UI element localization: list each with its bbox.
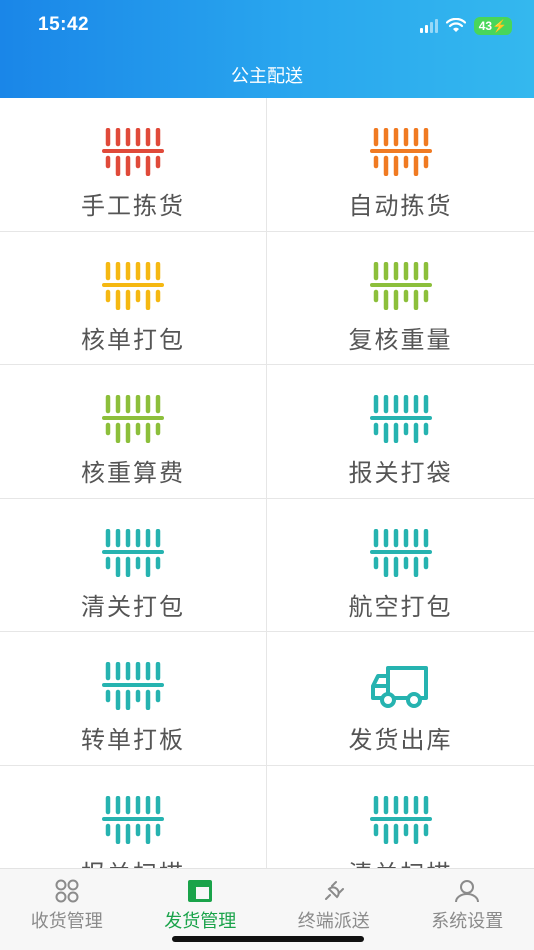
barcode-icon (102, 528, 164, 577)
menu-item-3[interactable]: 核单打包 (0, 231, 267, 365)
menu-item-label: 复核重量 (348, 325, 453, 354)
tab-4[interactable]: 系统设置 (401, 869, 534, 950)
barcode-icon (102, 394, 164, 444)
menu-item-1[interactable]: 手工拣货 (0, 98, 267, 232)
menu-item-label: 自动拣货 (348, 192, 453, 220)
truck-icon (370, 662, 432, 710)
menu-item-label: 清关打包 (81, 592, 185, 621)
grid-icon (53, 879, 81, 903)
wifi-icon (445, 18, 466, 32)
status-icons: 43 ⚡ (419, 16, 512, 36)
plug-icon (320, 879, 348, 903)
status-time: 15:42 (38, 14, 90, 35)
home-indicator (172, 936, 364, 942)
barcode-icon (369, 528, 432, 577)
signal-icon (419, 19, 438, 33)
menu-item-label: 核单打包 (81, 325, 185, 354)
menu-item-label: 报关扫描 (0, 854, 266, 869)
menu-item-label: 发货出库 (348, 726, 453, 754)
menu-grid: 手工拣货 自动拣货核单打包 复核重量核重算费 报关打袋清关打包 航空打包转单打板 发货出… (0, 98, 534, 868)
menu-item-4[interactable]: 复核重量 (267, 231, 534, 365)
menu-item-6[interactable]: 报关打袋 (267, 365, 534, 499)
tab-label: 发货管理 (164, 911, 237, 932)
tab-label: 终端派送 (297, 911, 370, 932)
app-header: 15:42 43 ⚡ 公主配送 (0, 0, 534, 98)
barcode-icon (102, 661, 164, 711)
menu-item-7[interactable]: 清关打包 (0, 498, 267, 632)
barcode-icon (369, 261, 432, 310)
menu-item-8[interactable]: 航空打包 (267, 498, 534, 632)
tab-label: 系统设置 (431, 911, 504, 932)
menu-item-label: 报关打袋 (348, 459, 453, 487)
barcode-icon (102, 261, 164, 310)
page-title: 公主配送 (231, 66, 303, 87)
tab-1[interactable]: 收货管理 (0, 869, 134, 950)
user-icon (453, 879, 481, 903)
tab-label: 收货管理 (30, 911, 103, 932)
menu-item-label: 清关扫描 (267, 854, 534, 869)
menu-item-label: 核重算费 (81, 459, 185, 487)
menu-item-10[interactable]: 发货出库 (267, 632, 534, 766)
menu-item-12[interactable]: 清关扫描 (267, 765, 534, 869)
layout-icon (186, 879, 214, 903)
battery-level: 43 (478, 19, 493, 33)
menu-item-2[interactable]: 自动拣货 (267, 98, 534, 232)
menu-item-5[interactable]: 核重算费 (0, 365, 267, 499)
menu-item-11[interactable]: 报关扫描 (0, 765, 267, 869)
barcode-icon (369, 127, 432, 177)
battery-indicator: 43 ⚡ (473, 17, 512, 35)
menu-item-label: 转单打板 (81, 726, 185, 754)
barcode-icon (369, 394, 432, 444)
menu-item-label: 航空打包 (348, 592, 453, 621)
menu-item-label: 手工拣货 (81, 192, 185, 220)
charging-icon: ⚡ (492, 19, 507, 33)
barcode-icon (102, 795, 164, 844)
menu-item-9[interactable]: 转单打板 (0, 632, 267, 766)
barcode-icon (369, 795, 432, 844)
barcode-icon (102, 127, 164, 177)
